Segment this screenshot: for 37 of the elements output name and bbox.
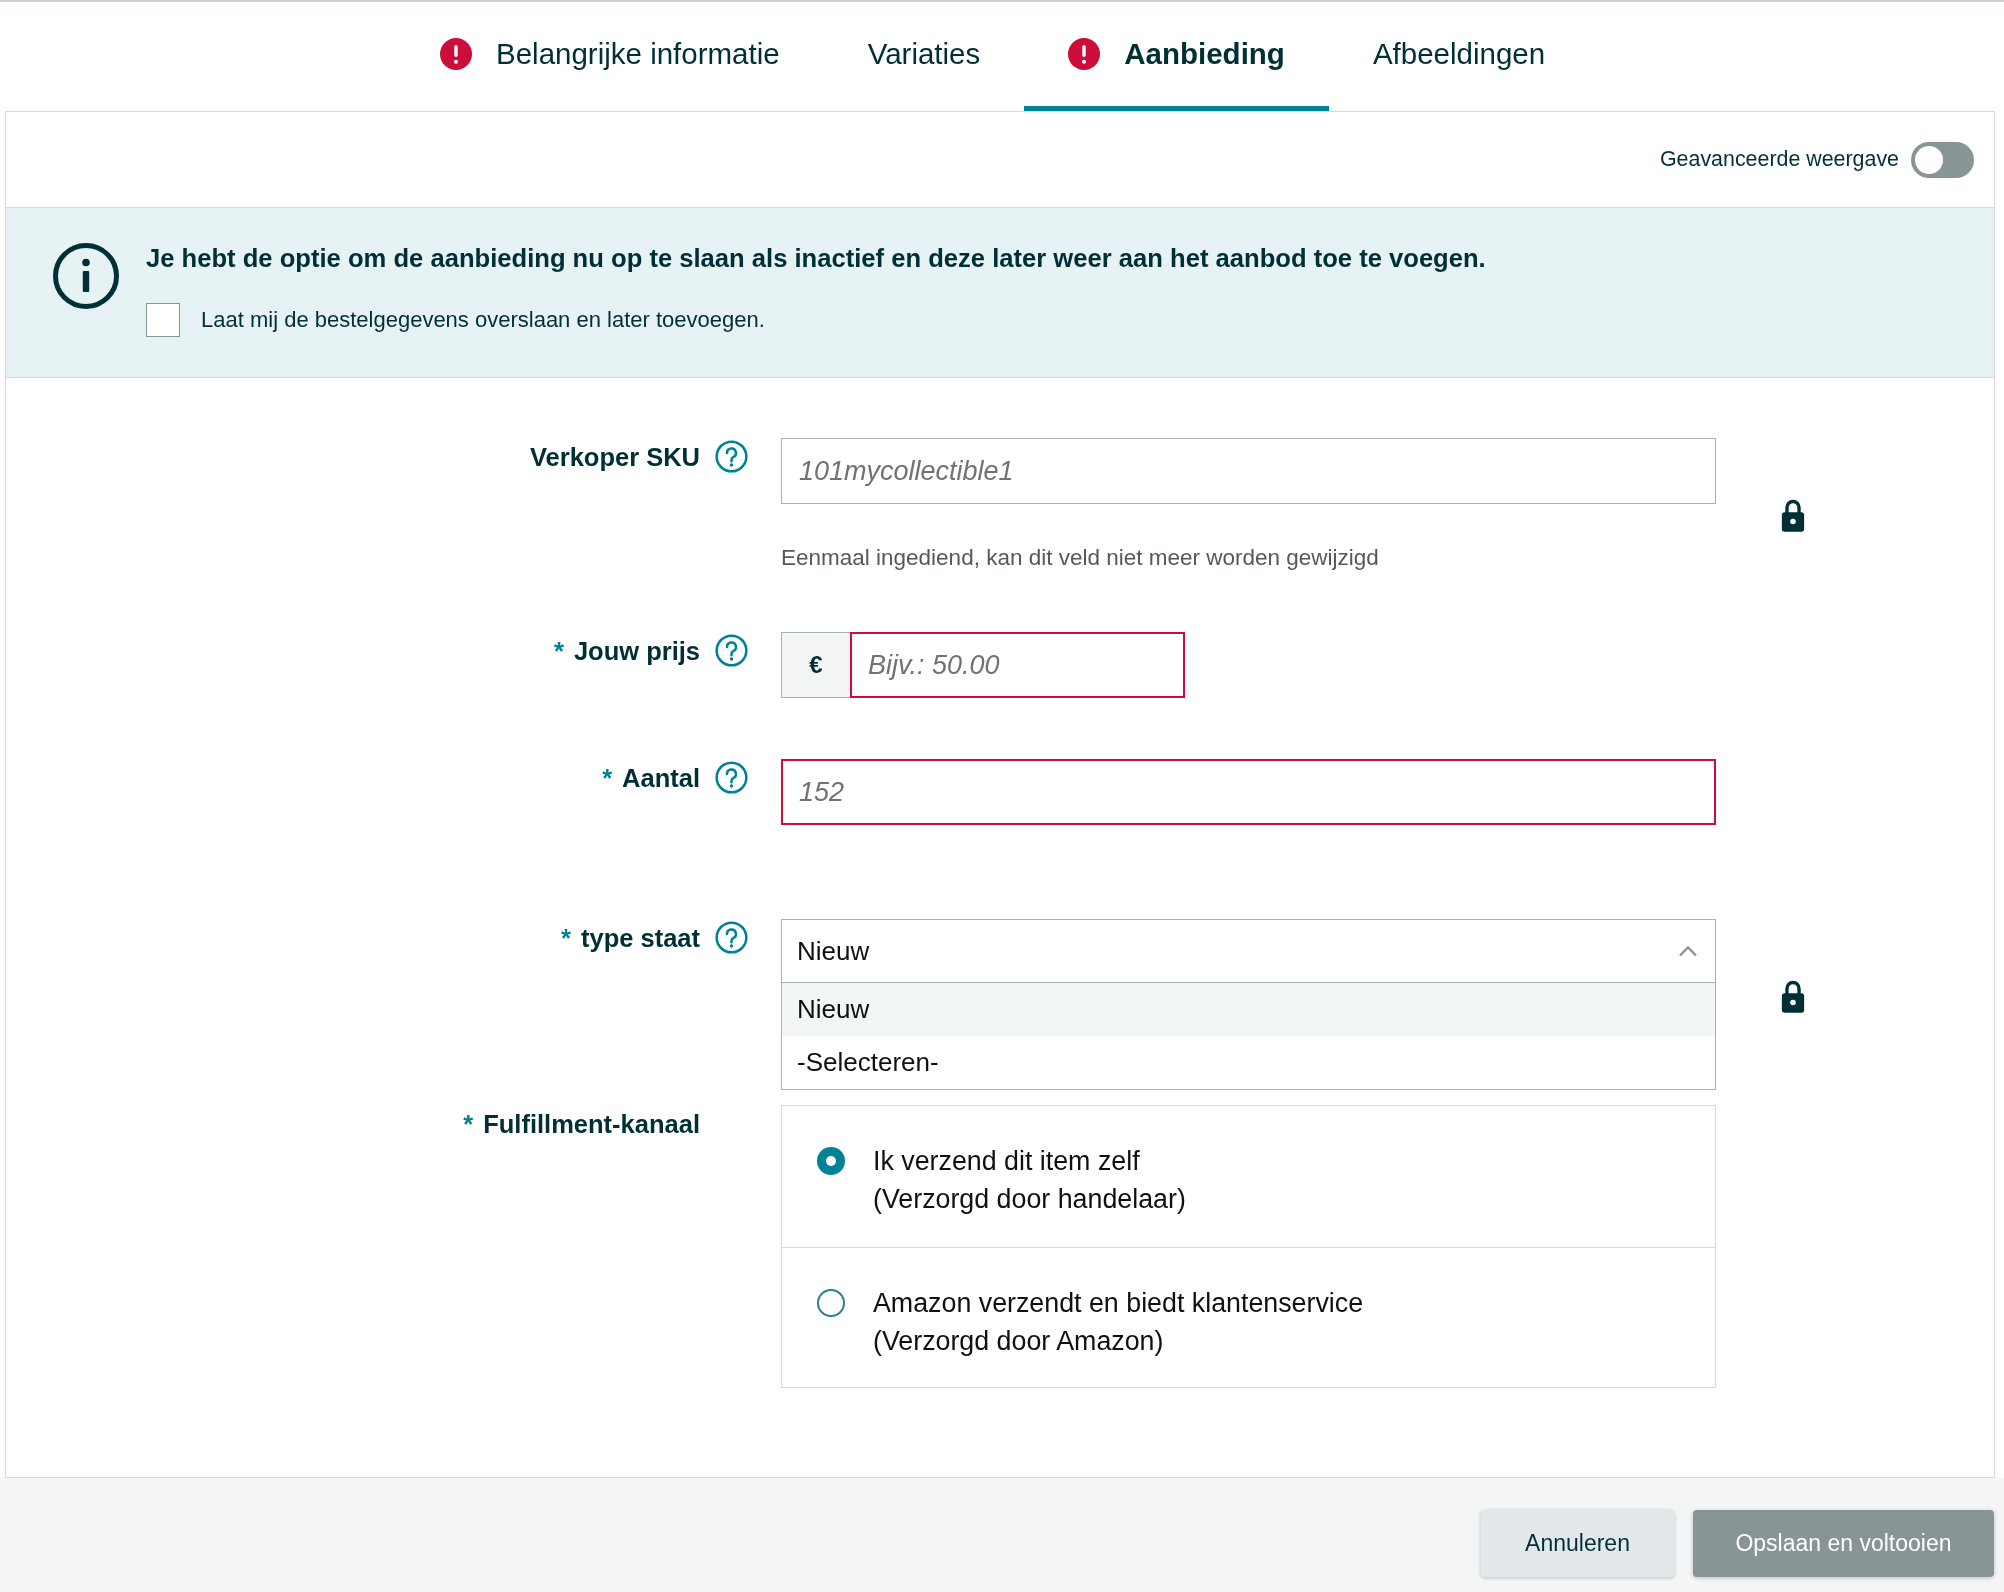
required-asterisk: * <box>561 923 571 953</box>
tab[interactable]: Variaties <box>823 2 1025 111</box>
field-label: Verkoper SKU <box>529 442 700 472</box>
input-field[interactable]: 152 <box>781 759 1716 825</box>
price-field[interactable]: Bijv.: 50.00 <box>850 632 1185 698</box>
required-asterisk: * <box>553 636 564 666</box>
cancel-button[interactable]: Annuleren <box>1481 1510 1674 1577</box>
tab[interactable]: Belangrijke informatie <box>396 2 824 111</box>
field-label: Fulfillment-kanaal <box>483 1109 700 1139</box>
field-label: type staat <box>580 923 700 953</box>
dropdown-option[interactable]: Nieuw <box>782 983 1715 1036</box>
toggle-switch[interactable] <box>1911 141 1974 178</box>
required-asterisk: * <box>602 763 613 793</box>
dropdown-field[interactable]: Nieuw <box>781 919 1716 983</box>
option-note: (Verzorgd door handelaar) <box>873 1183 1186 1216</box>
help-icon[interactable] <box>715 440 748 473</box>
helper-text: Eenmaal ingediend, kan dit veld niet meer worden gewijzigd <box>781 545 1379 571</box>
checkbox[interactable] <box>146 303 180 337</box>
info-icon <box>53 243 119 309</box>
help-icon[interactable] <box>715 761 748 794</box>
toggle-label: Geavanceerde weergave <box>1660 147 1899 172</box>
info-message: Je hebt de optie om de aanbieding nu op te slaan als inactief en deze later weer aan het aanbod toe te voegen. <box>146 243 1486 273</box>
checkbox-label: Laat mij de bestelgegevens overslaan en later toevoegen. <box>201 307 765 333</box>
input-field[interactable]: 101mycollectible1 <box>781 438 1716 504</box>
radio-button[interactable] <box>817 1289 845 1317</box>
help-icon[interactable] <box>715 634 748 667</box>
option-label: Ik verzend dit item zelf <box>873 1145 1140 1178</box>
currency-prefix: € <box>781 632 850 698</box>
help-icon[interactable] <box>715 921 748 954</box>
option-label: Amazon verzendt en biedt klantenservice <box>873 1287 1364 1320</box>
chevron-icon <box>1678 945 1698 957</box>
tab[interactable]: Afbeeldingen <box>1328 2 1590 111</box>
required-asterisk: * <box>463 1109 474 1139</box>
radio-button[interactable] <box>817 1147 845 1175</box>
field-label: Aantal <box>622 763 700 793</box>
option-note: (Verzorgd door Amazon) <box>873 1325 1164 1358</box>
field-label: Jouw prijs <box>573 636 700 666</box>
